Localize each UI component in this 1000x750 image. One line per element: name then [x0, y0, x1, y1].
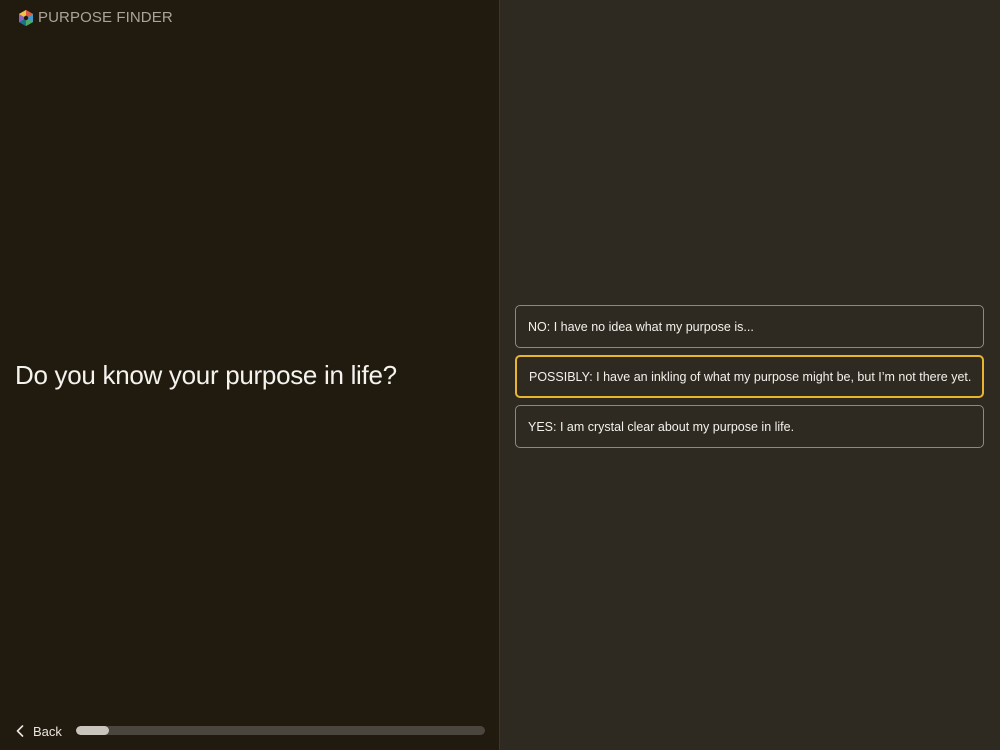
answer-option-label: POSSIBLY: I have an inkling of what my p… [529, 369, 972, 384]
answer-option-label: YES: I am crystal clear about my purpose… [528, 419, 795, 434]
answer-option-no[interactable]: NO: I have no idea what my purpose is... [515, 305, 984, 348]
answer-option-label: NO: I have no idea what my purpose is... [528, 319, 754, 334]
question-title: Do you know your purpose in life? [15, 360, 397, 390]
question-panel: PURPOSE FINDER Do you know your purpose … [0, 0, 499, 750]
quiz-footer: Back [0, 718, 499, 744]
chevron-left-icon [16, 725, 24, 737]
answer-option-possibly[interactable]: POSSIBLY: I have an inkling of what my p… [515, 355, 984, 398]
answer-option-yes[interactable]: YES: I am crystal clear about my purpose… [515, 405, 984, 448]
quiz-app: PURPOSE FINDER Do you know your purpose … [0, 0, 1000, 750]
answer-options: NO: I have no idea what my purpose is...… [515, 305, 984, 448]
back-button[interactable]: Back [16, 720, 62, 742]
compass-logo-icon [19, 10, 33, 26]
progress-fill [76, 726, 109, 735]
brand: PURPOSE FINDER [17, 8, 173, 28]
brand-name: PURPOSE FINDER [38, 9, 173, 26]
answer-panel: NO: I have no idea what my purpose is...… [500, 0, 1000, 750]
back-label: Back [33, 723, 62, 739]
progress-bar [76, 726, 485, 735]
